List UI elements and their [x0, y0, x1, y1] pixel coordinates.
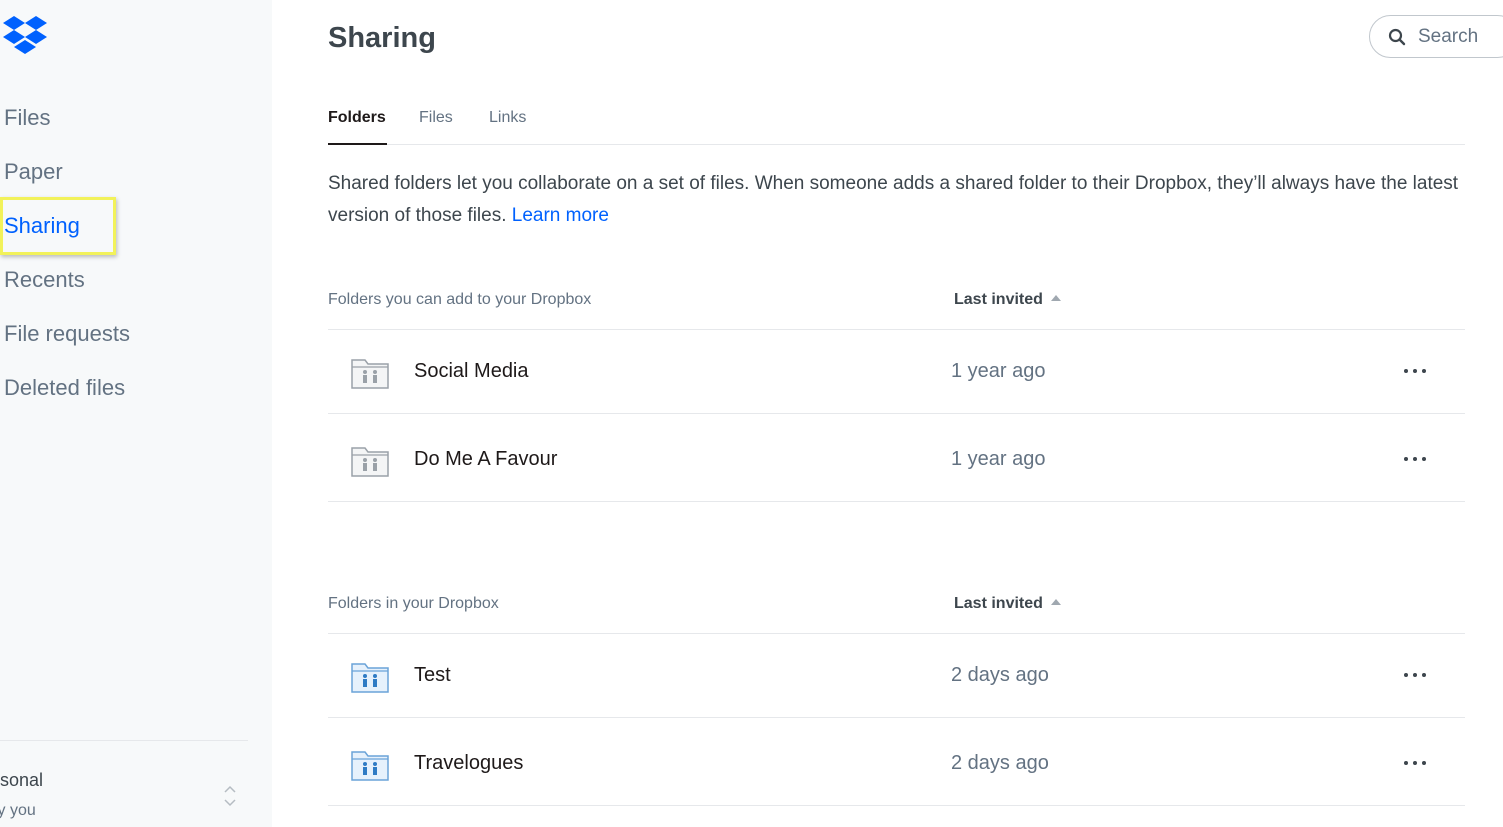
- sort-label: Last invited: [954, 291, 1043, 308]
- sort-ascending-icon: [1050, 295, 1061, 301]
- description-text: Shared folders let you collaborate on a …: [328, 173, 1459, 226]
- highlight-box: [0, 197, 116, 255]
- shared-folder-blue-icon: [351, 663, 389, 693]
- folder-name[interactable]: Social Media: [414, 359, 529, 383]
- learn-more-link[interactable]: Learn more: [512, 205, 609, 226]
- sort-last-invited[interactable]: Last invited: [954, 594, 1061, 614]
- sort-ascending-icon: [1050, 599, 1061, 605]
- search-icon: [1388, 28, 1406, 45]
- tab-folders[interactable]: Folders: [328, 108, 386, 128]
- last-invited-time: 2 days ago: [951, 664, 1049, 686]
- search-input[interactable]: [1418, 25, 1503, 48]
- folder-name[interactable]: Travelogues: [414, 751, 523, 775]
- sort-label: Last invited: [954, 595, 1043, 612]
- sidebar-divider: [0, 740, 248, 741]
- last-invited-time: 1 year ago: [951, 448, 1046, 470]
- sort-last-invited[interactable]: Last invited: [954, 290, 1061, 310]
- account-subtitle: ly you: [0, 802, 36, 819]
- sidebar: Files Paper Sharing Recents File request…: [0, 0, 272, 827]
- shared-folder-gray-icon: [351, 359, 389, 389]
- tab-bar: Folders Files Links: [328, 108, 1465, 145]
- table-row[interactable]: Do Me A Favour 1 year ago: [328, 414, 1465, 502]
- more-options-icon[interactable]: [1402, 452, 1428, 466]
- sidebar-item-recents[interactable]: Recents: [4, 266, 85, 294]
- more-options-icon[interactable]: [1402, 668, 1428, 682]
- sharing-description: Shared folders let you collaborate on a …: [328, 168, 1473, 232]
- sidebar-item-deleted-files[interactable]: Deleted files: [4, 374, 125, 402]
- table-row[interactable]: Travelogues 2 days ago: [328, 718, 1465, 806]
- page-title: Sharing: [328, 22, 436, 54]
- sidebar-item-paper[interactable]: Paper: [4, 158, 63, 186]
- section-title: Folders you can add to your Dropbox: [328, 291, 592, 308]
- section-header-in-dropbox: Folders in your Dropbox Last invited: [328, 594, 1465, 634]
- tab-links[interactable]: Links: [489, 108, 526, 128]
- folder-name[interactable]: Test: [414, 663, 451, 687]
- section-title: Folders in your Dropbox: [328, 595, 499, 612]
- table-row[interactable]: Social Media 1 year ago: [328, 326, 1465, 414]
- sidebar-item-files[interactable]: Files: [4, 104, 50, 132]
- shared-folder-blue-icon: [351, 751, 389, 781]
- account-switcher-chevron-icon[interactable]: [222, 782, 238, 810]
- dropbox-logo-icon[interactable]: [3, 16, 47, 56]
- section-header-pending: Folders you can add to your Dropbox Last…: [328, 290, 1465, 330]
- last-invited-time: 2 days ago: [951, 752, 1049, 774]
- sidebar-item-file-requests[interactable]: File requests: [4, 320, 130, 348]
- more-options-icon[interactable]: [1402, 364, 1428, 378]
- table-row[interactable]: Test 2 days ago: [328, 630, 1465, 718]
- account-name[interactable]: rsonal: [0, 770, 43, 791]
- active-tab-underline: [328, 143, 387, 145]
- folder-name[interactable]: Do Me A Favour: [414, 447, 557, 471]
- shared-folder-gray-icon: [351, 447, 389, 477]
- tab-files[interactable]: Files: [419, 108, 453, 128]
- search-box[interactable]: [1369, 15, 1503, 58]
- last-invited-time: 1 year ago: [951, 360, 1046, 382]
- more-options-icon[interactable]: [1402, 756, 1428, 770]
